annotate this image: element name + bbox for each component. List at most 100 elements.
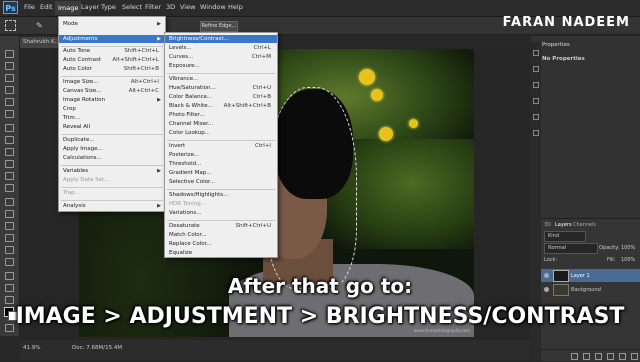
menu-item-reveal-all[interactable]: Reveal All — [63, 124, 90, 130]
pen-tool-icon[interactable] — [5, 222, 14, 230]
menu-item-auto-color[interactable]: Auto Color — [63, 66, 92, 72]
history-brush-tool-icon[interactable] — [5, 160, 14, 168]
new-layer-icon[interactable] — [619, 353, 626, 360]
menu-item-black-white[interactable]: Black & White... — [169, 103, 213, 109]
eraser-tool-icon[interactable] — [5, 172, 14, 180]
menu-item-curves[interactable]: Curves... — [169, 54, 193, 60]
menu-item-image-rotation[interactable]: Image Rotation — [63, 97, 105, 103]
menu-item-posterize[interactable]: Posterize... — [169, 152, 199, 158]
properties-tab[interactable]: Properties — [542, 42, 570, 48]
menu-layer[interactable]: Layer — [81, 3, 99, 11]
menu-item-duplicate[interactable]: Duplicate... — [63, 137, 94, 143]
menu-item-vibrance[interactable]: Vibrance... — [169, 76, 198, 82]
menu-edit[interactable]: Edit — [40, 3, 53, 11]
quick-selection-tool-icon[interactable] — [5, 86, 14, 94]
menu-item-trim[interactable]: Trim... — [63, 115, 80, 121]
kind-filter[interactable]: Kind — [544, 231, 586, 242]
character-icon[interactable] — [533, 98, 539, 104]
menu-item-selective-color[interactable]: Selective Color... — [169, 179, 215, 185]
menu-item-auto-contrast[interactable]: Auto Contrast — [63, 57, 101, 63]
menu-item-levels[interactable]: Levels... — [169, 45, 192, 51]
properties-icon[interactable] — [533, 66, 539, 72]
blend-mode-value: Normal — [548, 245, 567, 251]
menu-item-exposure[interactable]: Exposure... — [169, 63, 200, 69]
menu-separator — [61, 187, 163, 188]
lasso-tool-icon[interactable] — [5, 74, 14, 82]
menu-item-shadows-highlights[interactable]: Shadows/Highlights... — [169, 192, 228, 198]
menu-item-variations[interactable]: Variations... — [169, 210, 202, 216]
menu-item-variables[interactable]: Variables — [63, 168, 88, 174]
type-tool-icon[interactable] — [5, 234, 14, 242]
menu-type[interactable]: Type — [101, 3, 116, 11]
menu-item-invert[interactable]: Invert — [169, 143, 185, 149]
menu-item-channel-mixer[interactable]: Channel Mixer... — [169, 121, 213, 127]
link-layers-icon[interactable] — [571, 353, 578, 360]
menu-item-adjustments[interactable]: Adjustments — [63, 36, 97, 42]
yellow-flower — [359, 69, 375, 85]
menu-item-hue-saturation[interactable]: Hue/Saturation... — [169, 85, 216, 91]
healing-brush-tool-icon[interactable] — [5, 124, 14, 132]
menu-item-match-color[interactable]: Match Color... — [169, 232, 207, 238]
menu-item-calculations[interactable]: Calculations... — [63, 155, 102, 161]
menu-item-crop[interactable]: Crop — [63, 106, 76, 112]
blur-tool-icon[interactable] — [5, 198, 14, 206]
path-selection-tool-icon[interactable] — [5, 246, 14, 254]
menu-item-canvas-size[interactable]: Canvas Size... — [63, 88, 101, 94]
menu-item-image-size[interactable]: Image Size... — [63, 79, 99, 85]
menu-filter[interactable]: Filter — [145, 3, 161, 11]
swatches-icon[interactable] — [533, 130, 539, 136]
shortcut: Alt+Shift+Ctrl+B — [223, 103, 271, 109]
menu-item-auto-tone[interactable]: Auto Tone — [63, 48, 90, 54]
eyedropper-tool-icon[interactable] — [5, 110, 14, 118]
marquee-tool-icon[interactable] — [5, 62, 14, 70]
menu-item-photo-filter[interactable]: Photo Filter... — [169, 112, 205, 118]
add-mask-icon[interactable] — [595, 353, 602, 360]
marquee-tool-icon[interactable] — [5, 20, 16, 31]
menu-item-replace-color[interactable]: Replace Color... — [169, 241, 212, 247]
opacity-value[interactable]: 100% — [621, 245, 635, 251]
menu-item-desaturate[interactable]: Desaturate — [169, 223, 200, 229]
add-style-icon[interactable] — [583, 353, 590, 360]
menu-item-brightness-contrast[interactable]: Brightness/Contrast... — [169, 36, 229, 42]
menu-3d[interactable]: 3D — [166, 3, 175, 11]
menu-window[interactable]: Window — [200, 3, 226, 11]
new-group-icon[interactable] — [607, 353, 614, 360]
move-tool-icon[interactable] — [5, 50, 14, 58]
menu-item-color-balance[interactable]: Color Balance... — [169, 94, 212, 100]
menu-item-gradient-map[interactable]: Gradient Map... — [169, 170, 212, 176]
shape-tool-icon[interactable] — [5, 258, 14, 266]
tab-3d[interactable]: 3D — [544, 222, 551, 228]
brush-tool-icon[interactable] — [5, 136, 14, 144]
fill-value[interactable]: 100% — [621, 257, 635, 263]
menu-item-mode[interactable]: Mode — [63, 21, 78, 27]
shortcut: Alt+Shift+Ctrl+L — [112, 57, 159, 63]
menu-select[interactable]: Select — [122, 3, 142, 11]
brush-icon[interactable]: ✎ — [36, 21, 43, 30]
tab-layers[interactable]: Layers — [555, 222, 572, 228]
menu-item-analysis[interactable]: Analysis — [63, 203, 86, 209]
submenu-arrow-icon: ▶ — [157, 21, 161, 27]
paragraph-icon[interactable] — [533, 114, 539, 120]
menu-view[interactable]: View — [180, 3, 195, 11]
menu-item-apply-image[interactable]: Apply Image... — [63, 146, 103, 152]
menu-item-color-lookup[interactable]: Color Lookup... — [169, 130, 210, 136]
crop-tool-icon[interactable] — [5, 98, 14, 106]
history-icon[interactable] — [533, 50, 539, 56]
brush-panel-icon[interactable] — [533, 82, 539, 88]
clone-stamp-tool-icon[interactable] — [5, 148, 14, 156]
menu-item-threshold[interactable]: Threshold... — [169, 161, 201, 167]
menu-separator — [61, 46, 163, 47]
shortcut: Ctrl+M — [251, 54, 271, 60]
blend-mode-select[interactable]: Normal — [544, 243, 598, 254]
menu-item-equalize[interactable]: Equalize — [169, 250, 192, 256]
menu-file[interactable]: File — [24, 3, 35, 11]
document-tab[interactable]: Shahrukh K... — [20, 37, 61, 48]
menu-image[interactable]: Image — [55, 1, 82, 15]
refine-edge-button[interactable]: Refine Edge... — [200, 21, 238, 32]
trash-icon[interactable] — [631, 353, 638, 360]
tab-channels[interactable]: Channels — [573, 222, 596, 228]
menu-help[interactable]: Help — [228, 3, 243, 11]
zoom-level[interactable]: 41.9% — [23, 345, 40, 351]
gradient-tool-icon[interactable] — [5, 184, 14, 192]
dodge-tool-icon[interactable] — [5, 210, 14, 218]
